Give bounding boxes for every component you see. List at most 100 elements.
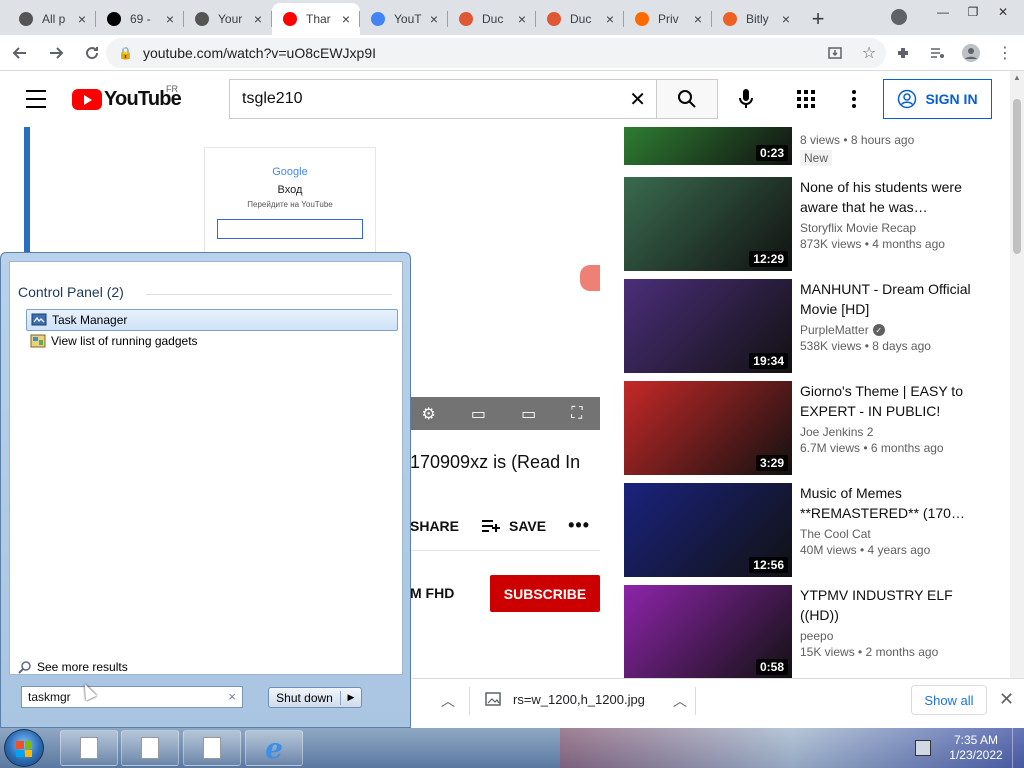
- close-tab-icon[interactable]: ×: [426, 11, 442, 27]
- start-search-input[interactable]: taskmgr ×: [21, 686, 243, 708]
- page-scrollbar[interactable]: ▲: [1010, 71, 1024, 678]
- taskbar-internet-explorer[interactable]: e: [245, 730, 303, 766]
- restore-button[interactable]: ❐: [958, 2, 988, 22]
- browser-tab[interactable]: Thar ×: [272, 3, 360, 35]
- taskbar-document-2[interactable]: [121, 730, 179, 766]
- tab-search-icon[interactable]: [891, 9, 907, 25]
- youtube-logo[interactable]: YouTube FR: [72, 84, 182, 111]
- browser-tab[interactable]: Duc ×: [536, 3, 624, 35]
- share-button[interactable]: SHARE: [410, 518, 459, 534]
- save-button[interactable]: SAVE: [481, 518, 546, 534]
- settings-menu-icon[interactable]: [846, 87, 862, 111]
- address-bar[interactable]: 🔒 youtube.com/watch?v=uO8cEWJxp9I: [106, 38, 886, 68]
- download-item[interactable]: rs=w_1200,h_1200.jpg: [485, 691, 645, 707]
- close-tab-icon[interactable]: ×: [338, 11, 354, 27]
- search-input[interactable]: tsgle210 ✕: [229, 79, 656, 119]
- download-options-icon[interactable]: ︿: [673, 691, 687, 711]
- recommendation-item[interactable]: 19:34 MANHUNT - Dream Official Movie [HD]…: [624, 279, 994, 373]
- recommendation-item[interactable]: 12:29 None of his students were aware tha…: [624, 177, 994, 271]
- video-title-link[interactable]: None of his students were aware that he …: [800, 177, 990, 217]
- forward-arrow-icon[interactable]: [40, 37, 72, 69]
- scroll-up-arrow-icon[interactable]: ▲: [1013, 73, 1021, 82]
- video-thumbnail[interactable]: 0:58: [624, 585, 792, 679]
- channel-name[interactable]: M FHD: [410, 585, 454, 601]
- hamburger-menu-icon[interactable]: [26, 90, 46, 108]
- more-actions-icon[interactable]: •••: [568, 515, 590, 536]
- video-thumbnail[interactable]: 12:29: [624, 177, 792, 271]
- video-thumbnail[interactable]: 19:34: [624, 279, 792, 373]
- clear-start-search-icon[interactable]: ×: [228, 689, 236, 704]
- channel-link[interactable]: PurpleMatter ✓: [800, 323, 990, 337]
- close-tab-icon[interactable]: ×: [74, 11, 90, 27]
- close-window-button[interactable]: ✕: [988, 2, 1018, 22]
- network-tray-icon[interactable]: [915, 740, 931, 756]
- video-title-link[interactable]: YTPMV INDUSTRY ELF ((HD)): [800, 585, 990, 625]
- recommendation-item[interactable]: 0:58 YTPMV INDUSTRY ELF ((HD)) peepo 15K vi…: [624, 585, 994, 679]
- chrome-menu-icon[interactable]: ⋮: [990, 38, 1020, 68]
- browser-tab[interactable]: YouT ×: [360, 3, 448, 35]
- result-label: View list of running gadgets: [51, 334, 198, 348]
- download-chevron-icon[interactable]: ︿: [441, 691, 455, 711]
- see-more-results-link[interactable]: See more results: [18, 660, 128, 674]
- start-search-value: taskmgr: [28, 690, 71, 704]
- show-desktop-button[interactable]: [1012, 728, 1024, 768]
- close-tab-icon[interactable]: ×: [162, 11, 178, 27]
- browser-tab[interactable]: Your ×: [184, 3, 272, 35]
- close-tab-icon[interactable]: ×: [250, 11, 266, 27]
- video-title-link[interactable]: MANHUNT - Dream Official Movie [HD]: [800, 279, 990, 319]
- show-all-downloads-button[interactable]: Show all: [911, 685, 987, 715]
- recommendation-item[interactable]: 3:29 Giorno's Theme | EASY to EXPERT - IN…: [624, 381, 994, 475]
- search-button[interactable]: [656, 79, 718, 119]
- video-thumbnail[interactable]: 12:56: [624, 483, 792, 577]
- theater-mode-icon[interactable]: ▭: [521, 404, 536, 424]
- shutdown-options-arrow-icon[interactable]: ▶: [341, 692, 361, 703]
- miniplayer-icon[interactable]: ▭: [471, 404, 486, 424]
- browser-tab[interactable]: Priv ×: [624, 3, 712, 35]
- channel-link[interactable]: The Cool Cat: [800, 527, 990, 541]
- browser-tab[interactable]: 69 - ×: [96, 3, 184, 35]
- apps-grid-icon[interactable]: [797, 90, 815, 108]
- close-tab-icon[interactable]: ×: [778, 11, 794, 27]
- video-thumbnail[interactable]: 3:29: [624, 381, 792, 475]
- close-tab-icon[interactable]: ×: [514, 11, 530, 27]
- result-task-manager[interactable]: Task Manager: [26, 309, 398, 331]
- browser-tab[interactable]: Bitly ×: [712, 3, 800, 35]
- profile-avatar-icon[interactable]: [956, 38, 986, 68]
- sign-in-button[interactable]: SIGN IN: [883, 79, 992, 119]
- video-title-link[interactable]: Giorno's Theme | EASY to EXPERT - IN PUB…: [800, 381, 990, 421]
- extensions-icon[interactable]: [888, 38, 918, 68]
- channel-link[interactable]: peepo: [800, 629, 990, 643]
- browser-tab[interactable]: All p ×: [8, 3, 96, 35]
- close-tab-icon[interactable]: ×: [602, 11, 618, 27]
- reload-icon[interactable]: [76, 37, 108, 69]
- recommendation-item[interactable]: 0:23 8 views • 8 hours ago New: [624, 127, 994, 166]
- back-arrow-icon[interactable]: [4, 37, 36, 69]
- start-button[interactable]: [4, 729, 44, 767]
- install-app-icon[interactable]: [820, 38, 850, 68]
- video-title-link[interactable]: Music of Memes **REMASTERED** (170…: [800, 483, 990, 523]
- browser-tab[interactable]: Duc ×: [448, 3, 536, 35]
- video-thumbnail[interactable]: 0:23: [624, 127, 792, 165]
- lock-icon[interactable]: 🔒: [118, 46, 133, 60]
- system-clock[interactable]: 7:35 AM 1/23/2022: [944, 733, 1008, 763]
- subscribe-button[interactable]: SUBSCRIBE: [490, 575, 600, 612]
- fullscreen-icon[interactable]: ⛶: [571, 405, 582, 423]
- result-running-gadgets[interactable]: View list of running gadgets: [26, 330, 398, 352]
- channel-link[interactable]: Storyflix Movie Recap: [800, 221, 990, 235]
- media-controls-icon[interactable]: [922, 38, 952, 68]
- taskbar-document-3[interactable]: [183, 730, 241, 766]
- shutdown-button[interactable]: Shut down ▶: [268, 687, 362, 708]
- taskbar-document-1[interactable]: [60, 730, 118, 766]
- settings-gear-icon[interactable]: ⚙: [422, 404, 436, 424]
- new-tab-button[interactable]: +: [800, 3, 836, 35]
- scrollbar-thumb[interactable]: [1013, 99, 1021, 254]
- close-shelf-icon[interactable]: ✕: [999, 689, 1014, 710]
- microphone-icon[interactable]: [734, 87, 758, 111]
- recommendation-item[interactable]: 12:56 Music of Memes **REMASTERED** (170……: [624, 483, 994, 577]
- see-more-label: See more results: [37, 660, 128, 674]
- minimize-button[interactable]: —: [928, 2, 958, 22]
- clear-search-icon[interactable]: ✕: [629, 87, 646, 112]
- channel-link[interactable]: Joe Jenkins 2: [800, 425, 990, 439]
- bookmark-star-icon[interactable]: ☆: [854, 38, 884, 68]
- close-tab-icon[interactable]: ×: [690, 11, 706, 27]
